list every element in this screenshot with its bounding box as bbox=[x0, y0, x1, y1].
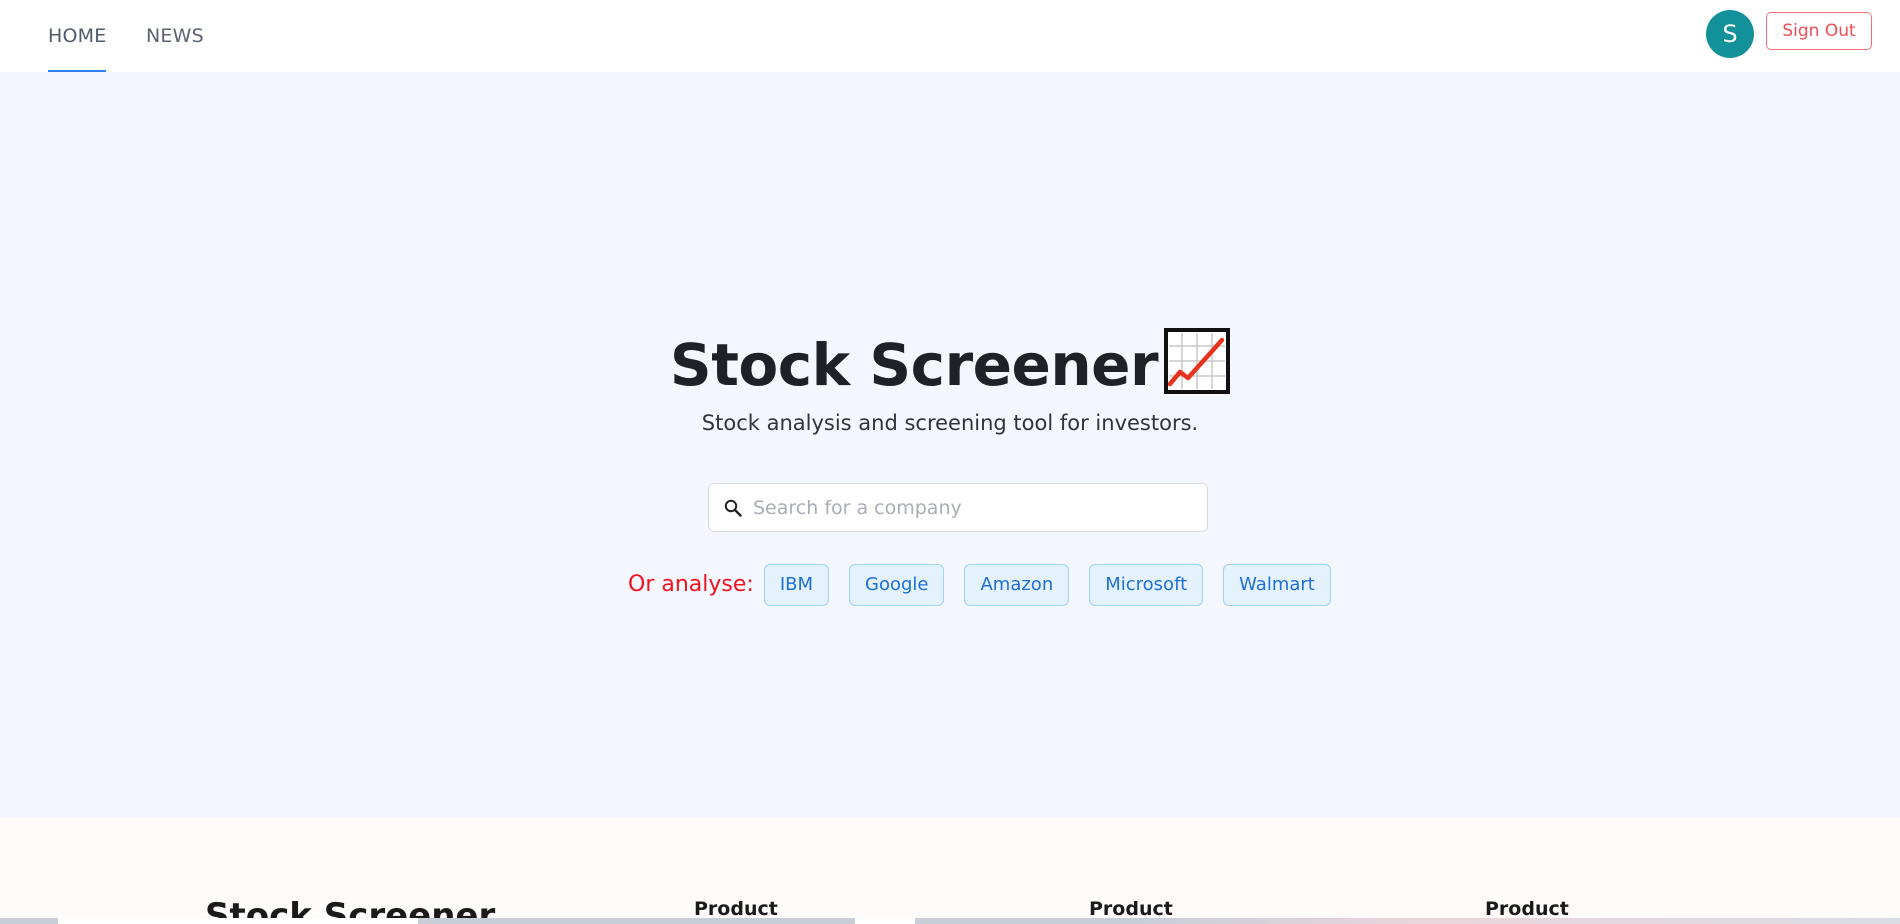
search-icon bbox=[723, 498, 743, 518]
quick-link-walmart[interactable]: Walmart bbox=[1223, 563, 1331, 606]
bottom-strip bbox=[0, 918, 1900, 924]
search-input[interactable] bbox=[753, 496, 1193, 519]
quick-link-microsoft[interactable]: Microsoft bbox=[1089, 563, 1204, 606]
quick-link-amazon[interactable]: Amazon bbox=[964, 563, 1070, 606]
page-title: Stock Screener bbox=[669, 330, 1159, 399]
footer-column-title: Product bbox=[694, 898, 778, 920]
tab-news[interactable]: NEWS bbox=[146, 0, 204, 72]
quick-link-ibm[interactable]: IBM bbox=[763, 563, 829, 606]
quick-analyse-label: Or analyse: bbox=[628, 572, 754, 597]
bottom-strip-segment bbox=[58, 918, 418, 924]
page-subtitle: Stock analysis and screening tool for in… bbox=[701, 411, 1199, 435]
quick-link-google[interactable]: Google bbox=[849, 563, 945, 606]
top-nav: HOME NEWS S Sign Out bbox=[0, 0, 1900, 72]
company-search[interactable] bbox=[708, 483, 1208, 532]
hero-title-row: Stock Screener bbox=[0, 328, 1900, 399]
bottom-strip-segment bbox=[855, 918, 915, 924]
footer: Stock Screener Product Product Product bbox=[0, 818, 1900, 924]
avatar[interactable]: S bbox=[1706, 10, 1754, 58]
sign-out-button[interactable]: Sign Out bbox=[1766, 12, 1872, 50]
tab-home[interactable]: HOME bbox=[48, 0, 107, 72]
footer-column-title: Product bbox=[1089, 898, 1173, 920]
chart-increasing-icon bbox=[1164, 328, 1231, 399]
quick-analyse-row: Or analyse: IBM Google Amazon Microsoft … bbox=[628, 563, 1351, 606]
hero-section: Stock Screener Stock analysis and screen… bbox=[0, 72, 1900, 818]
footer-column-title: Product bbox=[1485, 898, 1569, 920]
